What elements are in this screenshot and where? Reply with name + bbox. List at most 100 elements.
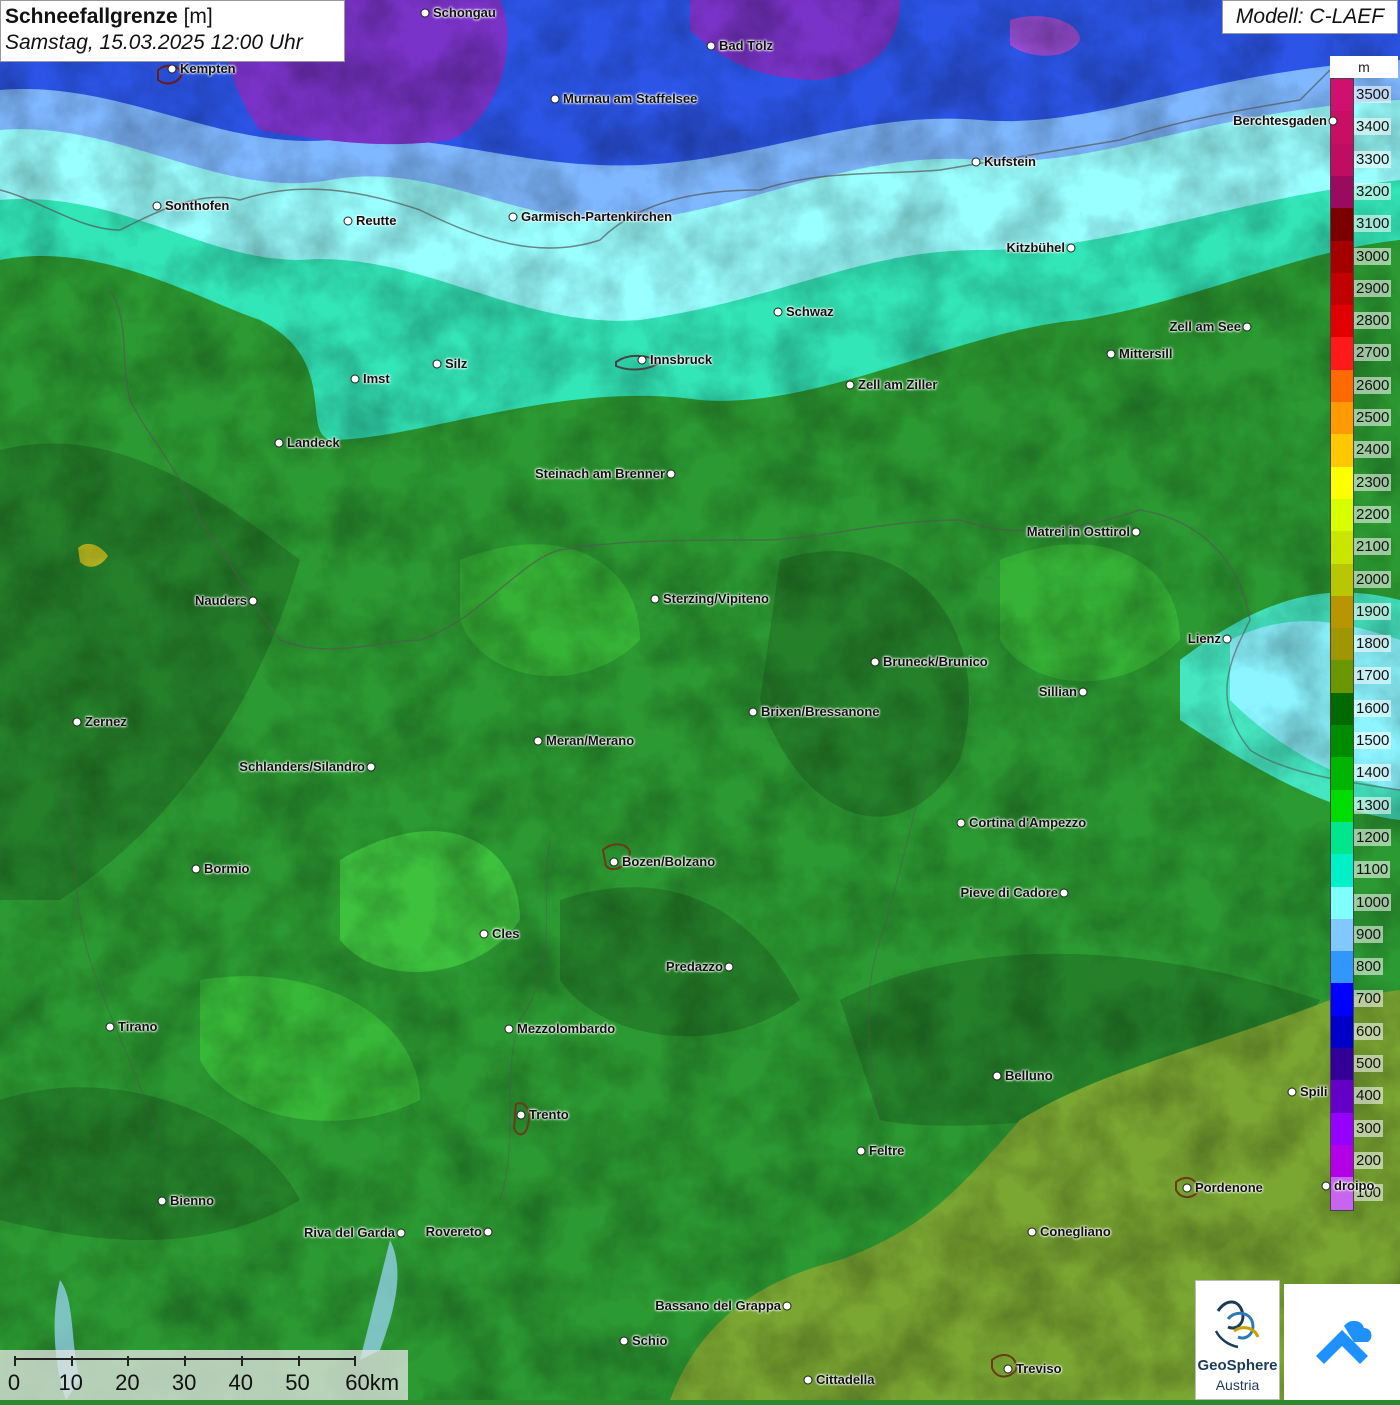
city-dot <box>274 438 284 448</box>
city-dot <box>504 1024 514 1034</box>
city-label: Landeck <box>287 435 340 450</box>
legend-label: 500 <box>1354 1055 1384 1072</box>
legend-label: 1100 <box>1354 861 1391 879</box>
legend-swatch <box>1331 983 1353 1017</box>
city-dot <box>748 707 758 717</box>
legend-label: 2700 <box>1354 344 1392 362</box>
city-label: Treviso <box>1016 1361 1062 1376</box>
legend-swatch <box>1331 757 1353 791</box>
city-dot <box>152 201 162 211</box>
legend-swatch <box>1331 1048 1353 1081</box>
legend-label: 2100 <box>1354 538 1392 556</box>
city-label: Cles <box>492 926 520 941</box>
title-text: Schneefallgrenze <box>5 5 178 28</box>
city-label: Sterzing/Vipiteno <box>663 591 769 606</box>
city-dot <box>432 359 442 369</box>
city-label: Bassano del Grappa <box>655 1298 781 1313</box>
city-label: Rovereto <box>425 1224 482 1239</box>
city-dot <box>1078 687 1088 697</box>
city-dot <box>724 962 734 972</box>
legend-swatch <box>1331 143 1353 177</box>
legend-label: 3200 <box>1354 182 1392 200</box>
legend-label: 1300 <box>1354 796 1392 814</box>
legend-label: 900 <box>1354 925 1384 943</box>
legend-label: 2900 <box>1354 279 1392 297</box>
scale-tick <box>184 1356 187 1366</box>
city-dot <box>619 1336 629 1346</box>
title-box: Schneefallgrenze [m] Samstag, 15.03.2025… <box>0 0 345 62</box>
city-dot <box>637 355 647 365</box>
city-dot <box>706 41 716 51</box>
city-dot <box>550 94 560 104</box>
city-label: Spili <box>1300 1084 1328 1099</box>
legend-swatch <box>1331 305 1353 338</box>
legend-swatch <box>1331 951 1353 984</box>
scale-label: 60km <box>345 1370 400 1395</box>
city-dot <box>845 380 855 390</box>
legend-label: 3300 <box>1354 150 1392 168</box>
legend-label: 2000 <box>1354 570 1392 588</box>
city-dot <box>191 864 201 874</box>
city-label: Tirano <box>118 1019 158 1034</box>
legend-label: 3500 <box>1354 86 1392 103</box>
legend-swatch <box>1331 628 1353 661</box>
city-dot <box>508 212 518 222</box>
page-title: Schneefallgrenze [m] <box>5 4 340 30</box>
legend-swatch <box>1331 434 1353 468</box>
city-label: Trento <box>529 1107 569 1122</box>
city-label: Schongau <box>433 5 496 20</box>
legend-unit: m <box>1330 56 1398 78</box>
city-label: Cortina d'Ampezzo <box>969 815 1087 830</box>
city-dot <box>1287 1087 1297 1097</box>
city-dot <box>1222 634 1232 644</box>
city-label: Bienno <box>170 1193 215 1208</box>
legend-label: 1400 <box>1354 764 1392 782</box>
city-dot <box>1066 243 1076 253</box>
legend-label: 2800 <box>1354 312 1392 330</box>
scale-tick <box>70 1356 73 1366</box>
legend-swatch <box>1331 563 1353 597</box>
legend-label: 1900 <box>1354 602 1392 620</box>
city-label: Mittersill <box>1119 346 1173 361</box>
legend-swatch <box>1331 1015 1353 1049</box>
legend-swatch <box>1331 402 1353 435</box>
city-label: Matrei in Osttirol <box>1026 524 1130 539</box>
legend-label: 1600 <box>1354 699 1392 717</box>
legend-label: 2200 <box>1354 505 1392 523</box>
legend-swatch <box>1331 272 1353 306</box>
scale-tick <box>354 1356 357 1366</box>
city-label: Pordenone <box>1195 1180 1263 1195</box>
city-label: Cittadella <box>816 1372 875 1387</box>
legend-label: 1800 <box>1354 635 1392 653</box>
city-label: Berchtesgaden <box>1233 113 1327 128</box>
city-dot <box>1131 527 1141 537</box>
legend-swatch <box>1331 854 1353 887</box>
city-label: Sillian <box>1038 684 1077 699</box>
title-unit: [m] <box>183 5 213 28</box>
city-label: Murnau am Staffelsee <box>563 91 698 106</box>
city-label: Pieve di Cadore <box>960 885 1058 900</box>
city-label: Silz <box>445 356 468 371</box>
legend-label: 1500 <box>1354 732 1392 749</box>
city-label: Mezzolombardo <box>517 1021 616 1036</box>
city-label: Brixen/Bressanone <box>761 704 880 719</box>
legend-swatch <box>1331 531 1353 564</box>
legend-swatch <box>1331 821 1353 855</box>
legend-label: 200 <box>1354 1151 1384 1169</box>
city-label: Reutte <box>356 213 397 228</box>
legend-swatch <box>1331 1144 1353 1178</box>
scale-tick <box>14 1356 16 1366</box>
legend-swatch <box>1331 789 1353 823</box>
legend-label: 2300 <box>1354 473 1392 491</box>
city-dot <box>956 818 966 828</box>
city-label: Belluno <box>1005 1068 1053 1083</box>
city-label: Zernez <box>85 714 127 729</box>
city-label: Schwaz <box>786 304 834 319</box>
legend-swatch <box>1331 886 1353 920</box>
city-dot <box>516 1110 526 1120</box>
legend-label: 3100 <box>1354 215 1392 233</box>
legend-label: 2600 <box>1354 376 1392 394</box>
legend-label: 2400 <box>1354 441 1392 459</box>
city-dot <box>479 929 489 939</box>
legend-label: 800 <box>1354 958 1384 976</box>
